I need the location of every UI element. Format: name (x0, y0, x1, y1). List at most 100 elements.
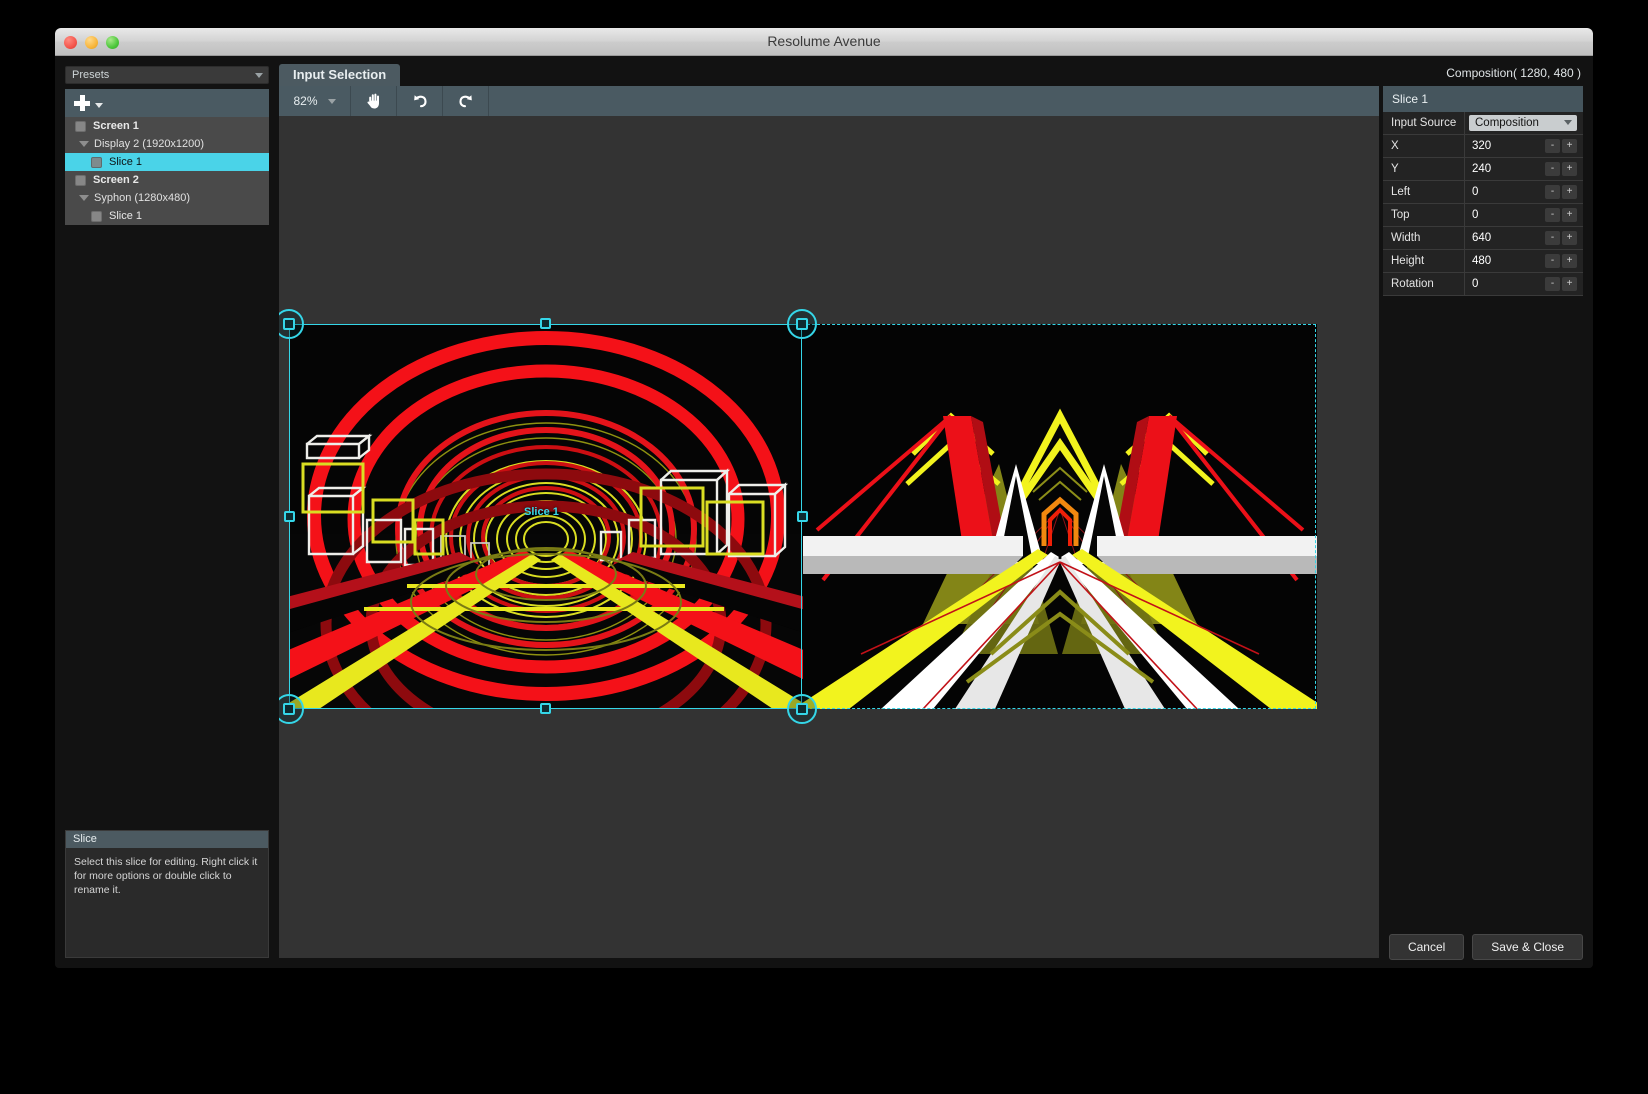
minimize-button[interactable] (85, 36, 98, 49)
property-label: Input Source (1383, 111, 1465, 135)
window-body: Presets Screen 1 Display 2 (1920x1200) S… (55, 56, 1593, 968)
decrement-button[interactable]: - (1545, 277, 1560, 291)
handle-top-right[interactable] (787, 309, 817, 339)
increment-button[interactable]: + (1562, 254, 1577, 268)
undo-icon (413, 95, 427, 108)
zoom-button[interactable] (106, 36, 119, 49)
checkbox[interactable] (75, 174, 86, 186)
tree-item-slice-1-screen-2[interactable]: Slice 1 (65, 207, 269, 225)
undo-button[interactable] (397, 86, 443, 116)
zoom-level-value: 82% (293, 94, 318, 108)
tree-item-screen-2[interactable]: Screen 2 (65, 171, 269, 189)
property-row-height: Height 480 - + (1383, 249, 1583, 273)
handle-top-center[interactable] (540, 318, 551, 329)
tree-item-label: Slice 1 (109, 210, 143, 222)
dialog-footer: Cancel Save & Close (1388, 934, 1583, 960)
decrement-button[interactable]: - (1545, 185, 1560, 199)
decrement-button[interactable]: - (1545, 139, 1560, 153)
tab-input-selection[interactable]: Input Selection (279, 64, 401, 86)
handle-core (796, 318, 808, 330)
spinner: - + (1545, 139, 1577, 153)
slice-overlay-label: Slice 1 (524, 506, 559, 518)
spinner: - + (1545, 208, 1577, 222)
zoom-control[interactable]: 82% (279, 86, 351, 116)
properties-panel-title: Slice 1 (1383, 86, 1583, 112)
cancel-button[interactable]: Cancel (1388, 934, 1465, 960)
close-button[interactable] (64, 36, 77, 49)
spinner: - + (1545, 277, 1577, 291)
checkbox[interactable] (91, 156, 102, 168)
property-row-top: Top 0 - + (1383, 203, 1583, 227)
increment-button[interactable]: + (1562, 277, 1577, 291)
property-row-left: Left 0 - + (1383, 180, 1583, 204)
help-panel-title: Slice (66, 831, 268, 848)
property-label: Left (1383, 180, 1465, 204)
decrement-button[interactable]: - (1545, 208, 1560, 222)
handle-bottom-left[interactable] (279, 694, 304, 724)
disclosure-triangle-icon[interactable] (79, 141, 89, 147)
tree-item-label: Display 2 (1920x1200) (94, 138, 205, 150)
tree-item-syphon[interactable]: Syphon (1280x480) (65, 189, 269, 207)
canvas-toolbar: 82% (279, 86, 1379, 116)
properties-panel: Slice 1 Input Source Composition X 320 -… (1383, 86, 1583, 296)
increment-button[interactable]: + (1562, 139, 1577, 153)
disclosure-triangle-icon[interactable] (79, 195, 89, 201)
tree-item-label: Slice 1 (109, 156, 143, 168)
property-value[interactable]: 0 (1465, 209, 1545, 221)
property-label: X (1383, 134, 1465, 158)
add-button[interactable] (74, 95, 90, 111)
pan-tool-button[interactable] (351, 86, 397, 116)
handle-right-center[interactable] (797, 511, 808, 522)
spinner: - + (1545, 162, 1577, 176)
increment-button[interactable]: + (1562, 185, 1577, 199)
property-label: Height (1383, 249, 1465, 273)
window-titlebar: Resolume Avenue (55, 28, 1593, 56)
handle-bottom-center[interactable] (540, 703, 551, 714)
tree-item-slice-1-screen-1[interactable]: Slice 1 (65, 153, 269, 171)
increment-button[interactable]: + (1562, 208, 1577, 222)
decrement-button[interactable]: - (1545, 162, 1560, 176)
help-panel: Slice Select this slice for editing. Rig… (65, 830, 269, 958)
redo-icon (458, 95, 472, 108)
property-value[interactable]: 0 (1465, 278, 1545, 290)
save-and-close-button[interactable]: Save & Close (1472, 934, 1583, 960)
checkbox[interactable] (75, 120, 86, 132)
chevron-down-icon (1564, 120, 1572, 125)
property-value[interactable]: 640 (1465, 232, 1545, 244)
chevron-down-icon (255, 73, 263, 78)
decrement-button[interactable]: - (1545, 254, 1560, 268)
property-value[interactable]: 480 (1465, 255, 1545, 267)
checkbox[interactable] (91, 210, 102, 222)
handle-left-center[interactable] (284, 511, 295, 522)
redo-button[interactable] (443, 86, 489, 116)
tree-item-screen-1[interactable]: Screen 1 (65, 117, 269, 135)
input-source-select[interactable]: Composition (1469, 115, 1577, 131)
left-panel: Presets Screen 1 Display 2 (1920x1200) S… (65, 66, 269, 958)
slice-canvas[interactable]: Slice 1 (279, 116, 1379, 958)
tree-item-display-2[interactable]: Display 2 (1920x1200) (65, 135, 269, 153)
property-row-y: Y 240 - + (1383, 157, 1583, 181)
hand-icon (366, 93, 379, 109)
decrement-button[interactable]: - (1545, 231, 1560, 245)
chevron-down-icon[interactable] (327, 98, 336, 104)
tree-item-label: Screen 2 (93, 174, 139, 186)
increment-button[interactable]: + (1562, 231, 1577, 245)
help-panel-text: Select this slice for editing. Right cli… (74, 856, 258, 897)
input-source-value: Composition (1475, 117, 1539, 129)
chevron-down-icon[interactable] (95, 102, 103, 108)
handle-bottom-right[interactable] (787, 694, 817, 724)
handle-core (796, 703, 808, 715)
property-label: Y (1383, 157, 1465, 181)
property-row-width: Width 640 - + (1383, 226, 1583, 250)
property-row-x: X 320 - + (1383, 134, 1583, 158)
screen-tree: Screen 1 Display 2 (1920x1200) Slice 1 S… (65, 117, 269, 225)
spinner: - + (1545, 231, 1577, 245)
property-value[interactable]: 320 (1465, 140, 1545, 152)
property-value[interactable]: 0 (1465, 186, 1545, 198)
presets-dropdown[interactable]: Presets (65, 66, 269, 84)
property-value[interactable]: 240 (1465, 163, 1545, 175)
slice-region-dashed (802, 324, 1316, 709)
increment-button[interactable]: + (1562, 162, 1577, 176)
property-row-input-source: Input Source Composition (1383, 111, 1583, 135)
